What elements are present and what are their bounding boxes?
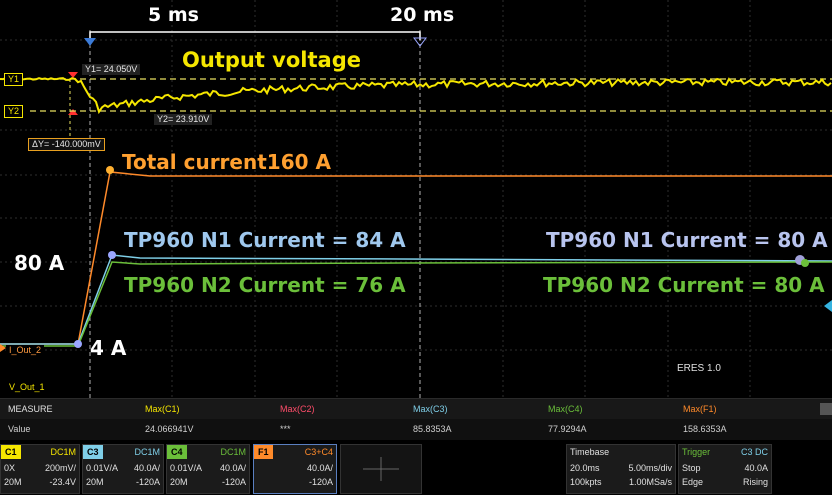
measure-title: MEASURE	[8, 404, 53, 414]
channel-c4-bw: 20M	[170, 477, 188, 487]
channel-c3-scale: 40.0A/	[133, 463, 160, 473]
channel-c4-offset: -120A	[221, 477, 246, 487]
channel-c4-probe: 0.01V/A	[170, 463, 203, 473]
channel-c1-tag: C1	[1, 445, 21, 459]
channel-c4-tag: C4	[167, 445, 187, 459]
measure-row-label: Value	[8, 424, 31, 434]
channel-c3-coupling: DC1M	[134, 447, 160, 457]
measure-col-c3[interactable]: Max(C3)	[413, 399, 448, 419]
function-f1-box[interactable]: F1 C3+C4 40.0A/ -120A	[253, 444, 337, 494]
n2-current-right-label: TP960 N2 Current = 80 A	[543, 273, 825, 297]
label-4a: 4 A	[90, 336, 127, 360]
channel-bar: C1 DC1M 0X 200mV/ 20M -23.4V C3 DC1M 0.0…	[0, 440, 832, 495]
n1-current-trace	[0, 254, 832, 345]
function-f1-source: C3+C4	[304, 447, 333, 457]
v-out-trace-label[interactable]: V_Out_1	[6, 382, 48, 393]
channel-c1-box[interactable]: C1 DC1M 0X 200mV/ 20M -23.4V	[0, 444, 80, 494]
total-current-trace	[0, 171, 832, 345]
channel-c3-box[interactable]: C3 DC1M 0.01V/A 40.0A/ 20M -120A	[82, 444, 164, 494]
channel-c1-scale: 200mV/	[44, 463, 76, 473]
start-point	[74, 340, 82, 348]
channel-c3-probe: 0.01V/A	[86, 463, 119, 473]
trigger-level: 40.0A	[744, 463, 768, 473]
eres-label: ERES 1.0	[677, 363, 721, 374]
time-label-5ms: 5 ms	[148, 4, 199, 26]
function-f1-scale: 40.0A/	[306, 463, 333, 473]
total-current-point	[106, 166, 114, 174]
y2-readout: Y2= 23.910V	[154, 114, 213, 125]
cursor-1-marker	[84, 38, 96, 46]
output-voltage-trace	[0, 77, 832, 115]
measure-col-c1[interactable]: Max(C1)	[145, 399, 180, 419]
i-out-trace-label[interactable]: I_Out_2	[6, 345, 45, 356]
timebase-delay: 20.0ms	[570, 463, 600, 473]
n1-current-left-label: TP960 N1 Current = 84 A	[124, 228, 406, 252]
channel-c1-probe: 0X	[4, 463, 16, 473]
oscilloscope-display[interactable]: 5 ms 20 ms Output voltage Total current1…	[0, 0, 832, 398]
measure-col-c4[interactable]: Max(C4)	[548, 399, 583, 419]
time-label-20ms: 20 ms	[390, 4, 455, 26]
function-f1-offset: -120A	[308, 477, 333, 487]
plus-icon	[363, 457, 399, 481]
y1-readout: Y1= 24.050V	[82, 64, 141, 75]
n1-current-right-label: TP960 N1 Current = 80 A	[546, 228, 828, 252]
trigger-title: Trigger	[682, 447, 711, 457]
trigger-marker	[68, 72, 78, 78]
measure-val-c4: 77.9294A	[548, 424, 587, 434]
channel-c3-bw: 20M	[86, 477, 104, 487]
n1-point	[108, 251, 116, 259]
add-channel-button[interactable]	[340, 444, 422, 494]
trigger-source: C3 DC	[740, 447, 768, 457]
channel-c4-scale: 40.0A/	[219, 463, 246, 473]
channel-c4-coupling: DC1M	[220, 447, 246, 457]
trigger-type: Edge	[682, 477, 704, 487]
channel-c3-tag: C3	[83, 445, 103, 459]
channel-c1-bw: 20M	[4, 477, 22, 487]
channel-c4-box[interactable]: C4 DC1M 0.01V/A 40.0A/ 20M -120A	[166, 444, 250, 494]
measure-val-f1: 158.6353A	[683, 424, 727, 434]
measure-val-c1: 24.066941V	[145, 424, 194, 434]
n2-right-point	[801, 259, 809, 267]
measure-col-f1[interactable]: Max(F1)	[683, 399, 717, 419]
channel-c1-coupling: DC1M	[50, 447, 76, 457]
y2-tag[interactable]: Y2	[4, 105, 24, 118]
total-current-label: Total current160 A	[122, 150, 331, 174]
timebase-points: 100kpts	[570, 477, 602, 487]
y1-tag[interactable]: Y1	[4, 73, 24, 86]
timebase-scale: 5.00ms/div	[628, 463, 672, 473]
trigger-box[interactable]: Trigger C3 DC Stop 40.0A Edge Rising	[678, 444, 772, 494]
right-edge-marker	[824, 300, 832, 312]
measure-panel: MEASURE Max(C1) Max(C2) Max(C3) Max(C4) …	[0, 398, 832, 441]
channel-c1-offset: -23.4V	[49, 477, 76, 487]
channel-c3-offset: -120A	[135, 477, 160, 487]
measure-close-icon[interactable]	[820, 403, 832, 415]
output-voltage-label: Output voltage	[182, 48, 361, 72]
function-f1-tag: F1	[254, 445, 273, 459]
measure-val-c3: 85.8353A	[413, 424, 452, 434]
trigger-state: Stop	[682, 463, 701, 473]
n2-current-left-label: TP960 N2 Current = 76 A	[124, 273, 406, 297]
delta-y-readout: ΔY= -140.000mV	[28, 138, 105, 151]
label-80a: 80 A	[14, 251, 65, 275]
timebase-title: Timebase	[570, 447, 610, 457]
trigger-slope: Rising	[742, 477, 768, 487]
timebase-samplerate: 1.00MSa/s	[628, 477, 672, 487]
timebase-box[interactable]: Timebase 20.0ms 5.00ms/div 100kpts 1.00M…	[566, 444, 676, 494]
measure-col-c2[interactable]: Max(C2)	[280, 399, 315, 419]
measure-val-c2: ***	[280, 424, 291, 434]
